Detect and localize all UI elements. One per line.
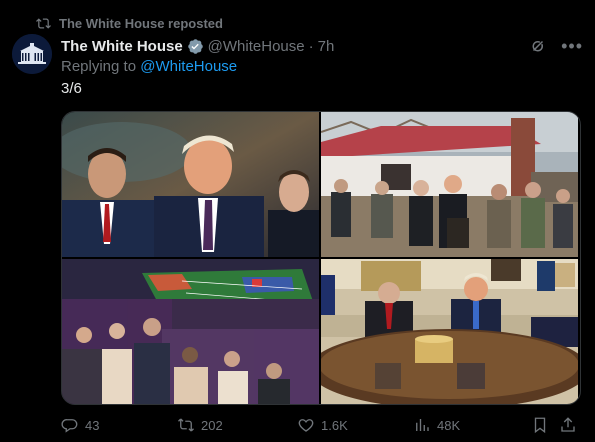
author-name[interactable]: The White House	[61, 38, 183, 55]
repost-indicator[interactable]: The White House reposted	[36, 14, 223, 32]
action-bar: 43 202 1.6K 48K	[61, 414, 579, 436]
photo-4[interactable]	[321, 259, 578, 404]
replying-to-label: Replying to	[61, 58, 137, 75]
tweet-header: The White House @WhiteHouse · 7h •••	[61, 35, 583, 57]
verified-badge-icon[interactable]	[187, 38, 204, 55]
replying-to: Replying to @WhiteHouse	[61, 58, 237, 75]
repost-count: 202	[201, 417, 223, 433]
bookmark-icon	[534, 417, 546, 434]
share-button[interactable]	[559, 416, 577, 434]
timestamp[interactable]: 7h	[318, 38, 335, 55]
view-count: 48K	[437, 417, 461, 433]
like-button[interactable]: 1.6K	[297, 416, 348, 434]
reply-icon	[61, 419, 78, 433]
repost-icon	[36, 17, 51, 29]
analytics-icon	[416, 419, 429, 431]
photo-3[interactable]	[62, 259, 319, 404]
like-count: 1.6K	[321, 417, 348, 433]
share-icon	[561, 417, 575, 432]
tweet-text: 3/6	[61, 80, 82, 97]
more-options-icon[interactable]: •••	[561, 37, 583, 55]
bookmark-button[interactable]	[531, 416, 549, 434]
repost-text: The White House reposted	[59, 15, 223, 31]
replying-to-link[interactable]: @WhiteHouse	[140, 58, 237, 75]
photo-1[interactable]	[62, 112, 319, 257]
media-grid	[61, 111, 581, 405]
photo-2[interactable]	[321, 112, 578, 257]
white-house-logo-icon	[12, 34, 52, 74]
grok-icon[interactable]	[529, 37, 547, 55]
author-handle[interactable]: @WhiteHouse	[208, 38, 305, 55]
heart-icon	[298, 419, 314, 432]
repost-icon	[178, 418, 194, 432]
repost-button[interactable]: 202	[177, 416, 223, 434]
views-button[interactable]: 48K	[413, 416, 460, 434]
reply-count: 43	[85, 417, 100, 433]
avatar[interactable]	[12, 34, 52, 74]
reply-button[interactable]: 43	[61, 416, 99, 434]
separator: ·	[308, 37, 314, 55]
